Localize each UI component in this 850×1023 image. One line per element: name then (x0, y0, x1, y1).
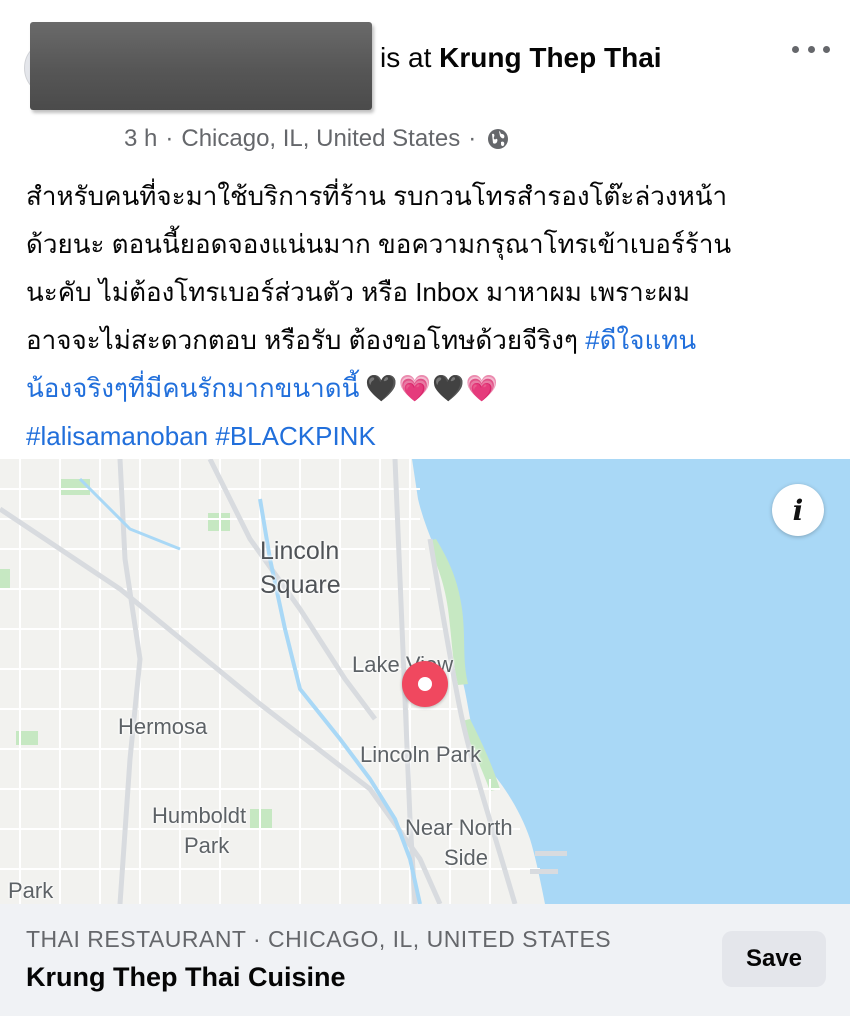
post-text-line: #lalisamanoban #BLACKPINK (26, 412, 826, 460)
checkin-prefix: is at (380, 42, 432, 73)
info-icon: i (792, 493, 804, 527)
pier (535, 851, 567, 856)
post-text-line: ด้วยนะ ตอนนี้ยอดจองแน่นมาก ขอความกรุณาโท… (26, 229, 732, 259)
meta-separator: · (165, 125, 174, 152)
map-label-humboldt-park: Park (184, 833, 230, 858)
map-label-park: Park (8, 878, 54, 903)
map-label-lincoln-park: Lincoln Park (360, 742, 482, 767)
hashtag-link[interactable]: #ดีใจแทน (585, 325, 696, 355)
post-meta: 3 h · Chicago, IL, United States · (124, 122, 510, 156)
map-label-humboldt-park: Humboldt (152, 803, 247, 828)
post-text-line: สำหรับคนที่จะมาใช้บริการที่ร้าน รบกวนโทร… (26, 181, 728, 211)
map-label-lincoln-square: Lincoln (260, 537, 340, 565)
pier (530, 869, 558, 874)
map-label-hermosa: Hermosa (118, 714, 208, 739)
more-horizontal-icon (792, 45, 799, 53)
location-pin-icon[interactable] (402, 661, 448, 707)
heart-emojis: 🖤💗🖤💗 (365, 373, 499, 403)
map-info-button[interactable]: i (772, 484, 824, 536)
place-category: THAI RESTAURANT · CHICAGO, IL, UNITED ST… (26, 926, 612, 952)
post-text-line: นะคับ ไม่ต้องโทรเบอร์ส่วนตัว หรือ Inbox … (26, 277, 691, 307)
checkin-place-link[interactable]: Krung Thep Thai (439, 42, 661, 73)
more-horizontal-icon-dot (807, 45, 815, 53)
map-label-near-north-side: Near North (405, 815, 513, 840)
more-options-button[interactable] (788, 36, 834, 62)
post-time[interactable]: 3 h (124, 125, 157, 153)
globe-icon[interactable] (486, 127, 510, 151)
checkin-line: is at Krung Thep Thai (380, 40, 662, 76)
more-horizontal-icon-dot (823, 45, 830, 53)
place-name[interactable]: Krung Thep Thai Cuisine (26, 962, 346, 993)
park-patch (0, 569, 10, 589)
map-label-lincoln-square: Square (260, 571, 341, 599)
pin-center-dot (418, 677, 432, 691)
post-header: is at Krung Thep Thai 3 h · Chicago, IL,… (0, 0, 850, 165)
park-patch (60, 479, 90, 495)
save-button[interactable]: Save (722, 931, 826, 987)
meta-separator: · (468, 125, 477, 152)
post-text: สำหรับคนที่จะมาใช้บริการที่ร้าน รบกวนโทร… (26, 172, 826, 460)
map-label-near-north-side: Side (444, 845, 489, 870)
post-text-line: อาจจะไม่สะดวกตอบ หรือรับ ต้องขอโทษด้วยจี… (26, 316, 826, 364)
hashtag-link[interactable]: น้องจริงๆที่มีคนรักมากขนาดนี้ (26, 373, 359, 403)
hashtag-link[interactable]: #lalisamanoban (26, 421, 208, 451)
author-name-redacted (30, 22, 372, 110)
post-text-line: น้องจริงๆที่มีคนรักมากขนาดนี้ 🖤💗🖤💗 (26, 364, 826, 412)
post-location: Chicago, IL, United States (181, 125, 461, 152)
post-text-segment: อาจจะไม่สะดวกตอบ หรือรับ ต้องขอโทษด้วยจี… (26, 325, 586, 355)
hashtag-link[interactable]: #BLACKPINK (215, 421, 375, 451)
